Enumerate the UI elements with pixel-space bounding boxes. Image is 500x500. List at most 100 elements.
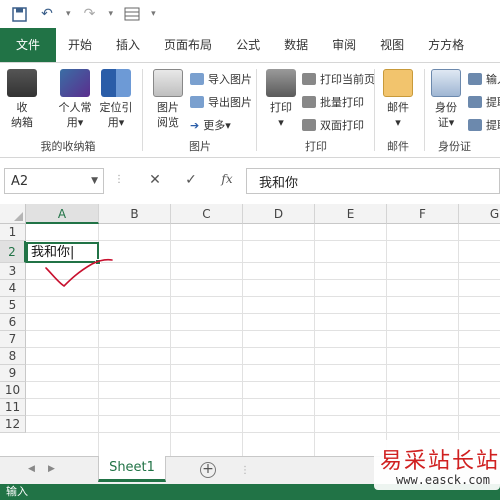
- row-header-12[interactable]: 12: [0, 416, 26, 433]
- formula-bar-resize-handle[interactable]: ⋮: [114, 174, 124, 185]
- gridline: [26, 381, 500, 382]
- row-header-3[interactable]: 3: [0, 263, 26, 280]
- column-header-c[interactable]: C: [171, 204, 243, 224]
- storage-box-label: 收 纳箱: [11, 101, 33, 129]
- print-page-icon: [302, 73, 316, 85]
- tab-review[interactable]: 审阅: [320, 28, 368, 62]
- scroll-left-icon[interactable]: ◀: [28, 464, 35, 474]
- gridline: [26, 330, 500, 331]
- worksheet-grid: A B C D E F G 1 2 3 4 5 6 7 8 9 10 11 12: [0, 204, 500, 456]
- gridline: [242, 224, 243, 456]
- personal-favorites-button[interactable]: 个人常 用▾: [52, 69, 98, 130]
- print-current-page-button[interactable]: 打印当前页: [302, 71, 375, 87]
- enter-icon[interactable]: ✓: [182, 172, 200, 190]
- cancel-icon[interactable]: ✕: [146, 172, 164, 190]
- redo-dropdown-icon[interactable]: ▾: [109, 9, 114, 19]
- duplex-print-button[interactable]: 双面打印: [302, 117, 364, 133]
- gridline: [386, 224, 387, 456]
- quick-access-toolbar: ↶ ▾ ↷ ▾ ▾: [0, 0, 500, 28]
- column-header-a[interactable]: A: [26, 204, 99, 224]
- sheet-tab-sheet1[interactable]: Sheet1: [98, 456, 166, 482]
- row-header-11[interactable]: 11: [0, 399, 26, 416]
- row-header-5[interactable]: 5: [0, 297, 26, 314]
- tab-home[interactable]: 开始: [56, 28, 104, 62]
- print-button[interactable]: 打印 ▾: [264, 69, 298, 130]
- duplex-print-icon: [302, 119, 316, 131]
- column-header-b[interactable]: B: [99, 204, 171, 224]
- export-picture-button[interactable]: 导出图片: [190, 94, 252, 110]
- tab-insert[interactable]: 插入: [104, 28, 152, 62]
- extract-label-2: 提取: [486, 119, 500, 132]
- column-header-e[interactable]: E: [315, 204, 387, 224]
- import-picture-button[interactable]: 导入图片: [190, 71, 252, 87]
- mail-button[interactable]: 邮件 ▾: [381, 69, 415, 130]
- tab-formulas[interactable]: 公式: [224, 28, 272, 62]
- save-icon[interactable]: [10, 5, 28, 23]
- extract-button-2[interactable]: 提取: [468, 117, 500, 133]
- row-header-8[interactable]: 8: [0, 348, 26, 365]
- row-header-10[interactable]: 10: [0, 382, 26, 399]
- ribbon: 收 纳箱 个人常 用▾ 定位引 用▾ 我的收纳箱 图片 阅览 导入图片 导出图片…: [0, 62, 500, 158]
- tab-view[interactable]: 视图: [368, 28, 416, 62]
- select-all-button[interactable]: [0, 204, 26, 224]
- scroll-right-icon[interactable]: ▶: [48, 464, 55, 474]
- insert-function-icon[interactable]: fx: [218, 172, 236, 190]
- group-label-my-storage: 我的收纳箱: [40, 140, 96, 153]
- tab-file[interactable]: 文件: [0, 28, 57, 62]
- extract-icon: [468, 119, 482, 131]
- watermark-url: www.easck.com: [396, 473, 490, 487]
- gridline: [26, 398, 500, 399]
- tab-split-handle[interactable]: ⋮: [240, 465, 250, 477]
- status-mode: 输入: [6, 485, 28, 498]
- extract-button-1[interactable]: 提取: [468, 94, 500, 110]
- chevron-down-icon[interactable]: ▼: [91, 176, 98, 186]
- name-box[interactable]: A2 ▼: [4, 168, 104, 194]
- column-header-f[interactable]: F: [387, 204, 459, 224]
- tab-fangfangge[interactable]: 方方格: [416, 28, 476, 62]
- input-id-icon: [468, 73, 482, 85]
- id-card-icon: [431, 69, 461, 97]
- more-button[interactable]: ➔ 更多▾: [190, 117, 231, 133]
- ribbon-tabs: 文件 开始 插入 页面布局 公式 数据 审阅 视图 方方格: [0, 28, 500, 62]
- column-header-g[interactable]: G: [459, 204, 500, 224]
- group-label-mail: 邮件: [387, 140, 409, 153]
- gridline: [314, 224, 315, 456]
- add-sheet-icon[interactable]: +: [200, 462, 216, 478]
- undo-dropdown-icon[interactable]: ▾: [66, 9, 71, 19]
- row-header-1[interactable]: 1: [0, 224, 26, 241]
- picture-view-button[interactable]: 图片 阅览: [150, 69, 186, 130]
- redo-icon[interactable]: ↷: [81, 5, 99, 23]
- ribbon-divider: [142, 69, 143, 151]
- ribbon-divider: [374, 69, 375, 151]
- formula-input[interactable]: 我和你: [246, 168, 500, 194]
- ribbon-group-print: 打印 ▾ 打印当前页 批量打印 双面打印 打印: [260, 63, 375, 157]
- mail-label: 邮件 ▾: [387, 101, 409, 129]
- storage-box-button[interactable]: 收 纳箱: [6, 69, 38, 130]
- row-header-2[interactable]: 2: [0, 241, 26, 263]
- arrow-right-icon: ➔: [190, 118, 200, 132]
- gridline: [170, 224, 171, 456]
- batch-print-label: 批量打印: [320, 96, 364, 109]
- row-header-4[interactable]: 4: [0, 280, 26, 297]
- locate-reference-button[interactable]: 定位引 用▾: [96, 69, 136, 130]
- envelope-icon: [383, 69, 413, 97]
- tab-page-layout[interactable]: 页面布局: [152, 28, 224, 62]
- row-header-7[interactable]: 7: [0, 331, 26, 348]
- formula-bar: A2 ▼ ⋮ ✕ ✓ fx 我和你: [0, 166, 500, 196]
- column-header-d[interactable]: D: [243, 204, 315, 224]
- locate-panel-icon: [101, 69, 131, 97]
- gridline: [26, 432, 500, 433]
- gridline: [26, 347, 500, 348]
- undo-icon[interactable]: ↶: [38, 5, 56, 23]
- form-icon[interactable]: [123, 5, 141, 23]
- batch-print-button[interactable]: 批量打印: [302, 94, 364, 110]
- id-card-button[interactable]: 身份 证▾: [430, 69, 462, 130]
- row-header-6[interactable]: 6: [0, 314, 26, 331]
- tab-data[interactable]: 数据: [272, 28, 320, 62]
- name-box-value: A2: [11, 173, 29, 189]
- gridline: [26, 313, 500, 314]
- customize-qat-icon[interactable]: ▾: [151, 9, 156, 19]
- input-id-button[interactable]: 输入身: [468, 71, 500, 87]
- row-header-9[interactable]: 9: [0, 365, 26, 382]
- import-picture-icon: [190, 73, 204, 85]
